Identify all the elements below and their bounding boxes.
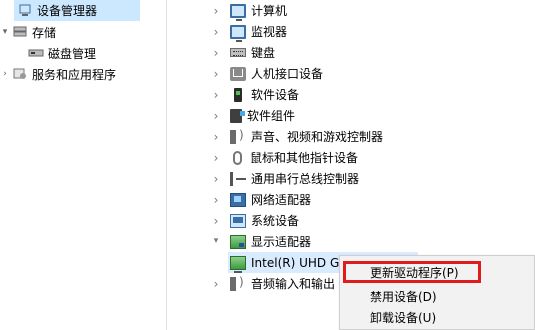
chevron-right-icon[interactable]: ›: [208, 278, 224, 290]
category-system-devices[interactable]: › 系统设备: [208, 210, 299, 231]
network-adapter-icon: [230, 192, 246, 207]
category-sound-video-game[interactable]: › 声音、视频和游戏控制器: [208, 126, 383, 147]
audio-io-icon: [230, 275, 246, 291]
category-label: 软件设备: [251, 88, 300, 102]
nav-item-label: 设备管理器: [37, 4, 98, 18]
mouse-icon: [233, 150, 242, 165]
nav-item-label: 存储: [32, 25, 57, 40]
menu-item-uninstall-device[interactable]: 卸载设备(U): [340, 306, 534, 328]
software-device-icon: [234, 87, 242, 102]
chevron-right-icon[interactable]: ›: [208, 173, 224, 185]
category-label: 监视器: [251, 25, 288, 39]
chevron-right-icon[interactable]: ›: [208, 110, 224, 122]
chevron-right-icon[interactable]: ›: [208, 89, 224, 101]
monitor-icon: [230, 24, 246, 42]
category-label: 软件组件: [247, 109, 296, 123]
category-label: 键盘: [251, 46, 276, 60]
storage-icon: [12, 25, 28, 39]
hid-icon: [230, 66, 246, 81]
gpu-icon: [230, 255, 246, 273]
category-label: 音频输入和输出: [251, 277, 336, 291]
category-software-components[interactable]: › 软件组件: [208, 105, 295, 126]
chevron-right-icon[interactable]: ›: [208, 152, 224, 164]
chevron-down-icon[interactable]: ▾: [0, 27, 10, 37]
context-menu: 更新驱动程序(P) 禁用设备(D) 卸载设备(U): [339, 255, 535, 330]
category-software-devices[interactable]: › 软件设备: [208, 84, 299, 105]
category-label: 计算机: [251, 4, 288, 18]
nav-item-services-and-applications[interactable]: › 服务和应用程序: [0, 63, 160, 85]
nav-item-device-manager[interactable]: 设备管理器: [14, 0, 140, 21]
menu-item-label: 更新驱动程序(P): [370, 265, 459, 280]
left-navigation-pane: 设备管理器 ▾ 存储 磁盘管理 › 服务和应用程序: [0, 0, 166, 330]
category-hid[interactable]: › 人机接口设备: [208, 63, 323, 84]
software-component-icon: [230, 108, 245, 123]
category-monitors[interactable]: › 监视器: [208, 21, 287, 42]
chevron-right-icon[interactable]: ›: [208, 194, 224, 206]
menu-item-update-driver[interactable]: 更新驱动程序(P): [343, 261, 481, 283]
display-adapter-icon: [230, 234, 246, 249]
chevron-right-icon[interactable]: ›: [208, 131, 224, 143]
category-audio-io[interactable]: › 音频输入和输出: [208, 273, 335, 294]
category-label: 鼠标和其他指针设备: [250, 151, 359, 165]
chevron-right-icon[interactable]: ›: [0, 69, 10, 79]
chevron-right-icon[interactable]: ›: [208, 215, 224, 227]
category-label: 显示适配器: [251, 235, 312, 249]
category-label: 系统设备: [251, 214, 300, 228]
chevron-right-icon[interactable]: ›: [208, 5, 224, 17]
chevron-down-icon[interactable]: ▾: [208, 237, 224, 246]
computer-icon: [230, 3, 246, 21]
category-computer[interactable]: › 计算机: [208, 0, 287, 21]
system-device-icon: [230, 213, 246, 228]
category-keyboards[interactable]: › 键盘: [208, 42, 275, 63]
keyboard-icon: [230, 48, 246, 57]
menu-item-label: 禁用设备(D): [370, 289, 437, 304]
nav-item-storage[interactable]: ▾ 存储: [0, 21, 140, 43]
category-label: 网络适配器: [251, 193, 312, 207]
nav-item-disk-management[interactable]: 磁盘管理: [28, 42, 148, 64]
category-label: 人机接口设备: [251, 67, 324, 81]
menu-item-label: 卸载设备(U): [370, 310, 437, 325]
chevron-right-icon[interactable]: ›: [208, 47, 224, 59]
audio-icon: [230, 128, 246, 144]
category-mice[interactable]: › 鼠标和其他指针设备: [208, 147, 358, 168]
chevron-right-icon[interactable]: ›: [208, 26, 224, 38]
chevron-right-icon[interactable]: ›: [208, 68, 224, 80]
device-manager-icon: [18, 4, 32, 18]
category-display-adapters[interactable]: ▾ 显示适配器: [208, 231, 311, 252]
category-network-adapters[interactable]: › 网络适配器: [208, 189, 311, 210]
disk-management-icon: [28, 46, 44, 60]
nav-item-label: 磁盘管理: [48, 46, 97, 61]
category-usb-controllers[interactable]: › 通用串行总线控制器: [208, 168, 359, 189]
nav-item-label: 服务和应用程序: [32, 67, 117, 82]
category-label: 声音、视频和游戏控制器: [251, 130, 384, 144]
usb-icon: [230, 171, 246, 186]
menu-item-disable-device[interactable]: 禁用设备(D): [340, 285, 534, 307]
category-label: 通用串行总线控制器: [251, 172, 360, 186]
services-icon: [12, 67, 28, 81]
